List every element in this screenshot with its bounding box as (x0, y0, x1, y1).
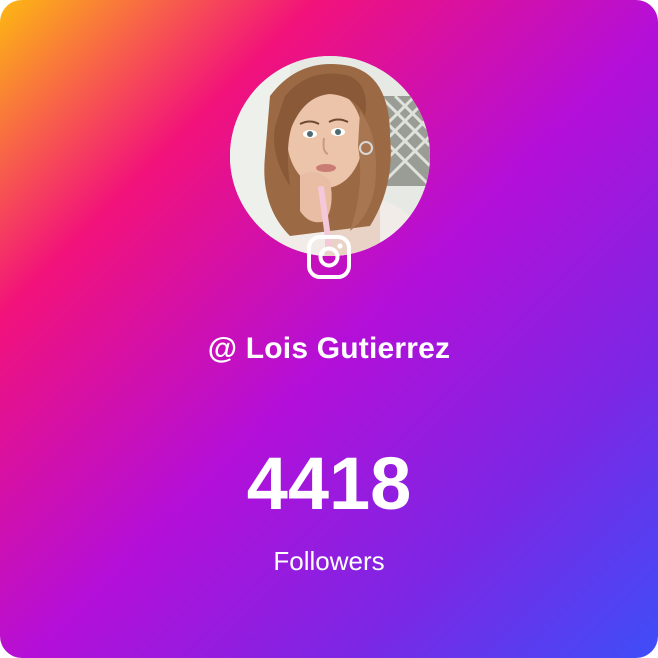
followers-count: 4418 (246, 442, 412, 525)
instagram-icon[interactable] (306, 234, 352, 280)
follower-card: @ Lois Gutierrez 4418 Followers (0, 0, 658, 658)
handle-prefix: @ (207, 332, 238, 365)
profile-photo (230, 56, 430, 256)
followers-label: Followers (273, 546, 385, 576)
username[interactable]: @ Lois Gutierrez (0, 332, 658, 366)
profile-name: Lois Gutierrez (245, 332, 451, 365)
instagram-glyph (307, 235, 351, 279)
avatar[interactable] (230, 56, 430, 256)
